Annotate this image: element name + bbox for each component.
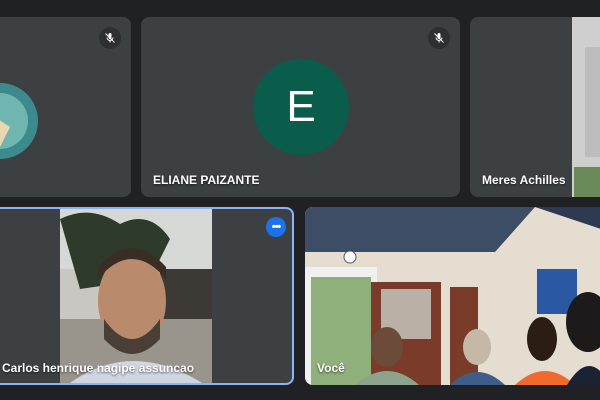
participant-tile-voce[interactable]: Você	[305, 207, 600, 385]
avatar-initial: E	[286, 82, 316, 131]
participant-tile-1[interactable]	[0, 17, 131, 197]
participant-tile-eliane[interactable]: E ELIANE PAIZANTE	[141, 17, 460, 197]
mic-off-indicator	[99, 27, 121, 49]
participant-tile-meres[interactable]: Meres Achilles	[470, 17, 600, 197]
participant-name: ELIANE PAIZANTE	[153, 173, 260, 187]
avatar: E	[253, 59, 349, 155]
participant-name: Carlos henrique nagipe assuncao	[2, 361, 195, 375]
participant-video-voce	[305, 207, 600, 385]
participant-video-meres	[470, 17, 600, 197]
mic-off-icon	[434, 33, 444, 43]
participant-tile-carlos[interactable]: ••• Carlos henrique nagipe assuncao	[0, 207, 294, 385]
participant-video-carlos	[60, 209, 212, 383]
participant-name: Você	[317, 361, 345, 375]
more-options-icon: •••	[271, 221, 282, 233]
more-options-button[interactable]: •••	[266, 217, 286, 237]
mic-off-icon	[105, 33, 115, 43]
mic-off-indicator	[428, 27, 450, 49]
participant-name: Meres Achilles	[482, 173, 566, 187]
